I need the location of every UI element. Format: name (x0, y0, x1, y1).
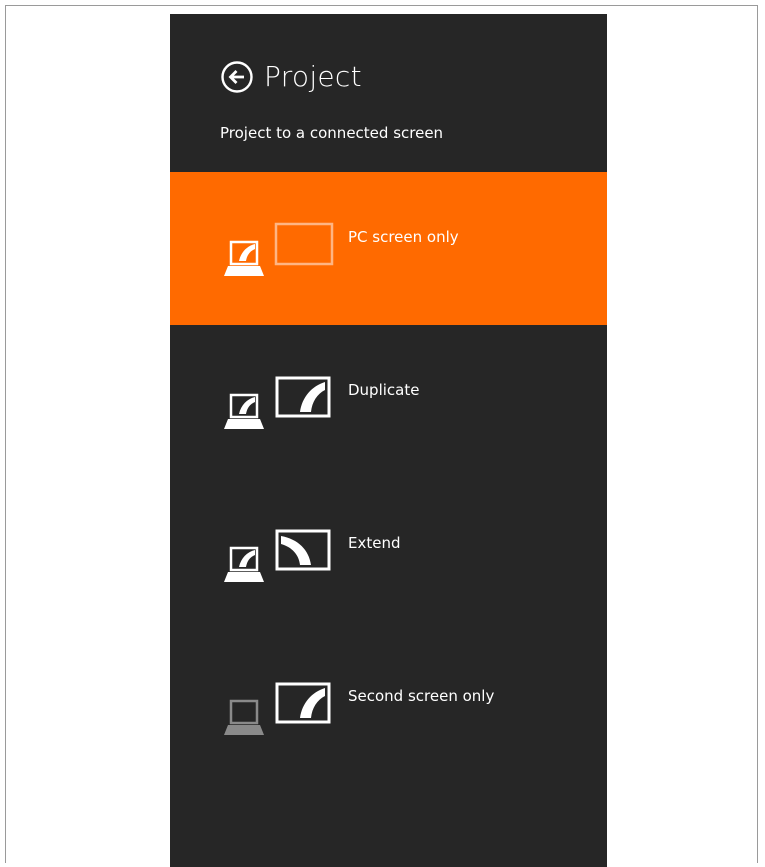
option-second-screen-only[interactable]: Second screen only (170, 631, 607, 784)
back-arrow-circle-icon[interactable] (220, 60, 254, 94)
option-pc-screen-only[interactable]: PC screen only (170, 172, 607, 325)
option-label: PC screen only (348, 228, 459, 246)
duplicate-icon (224, 376, 331, 429)
option-label: Second screen only (348, 687, 495, 705)
option-label: Duplicate (348, 381, 420, 399)
option-label: Extend (348, 534, 401, 552)
option-duplicate[interactable]: Duplicate (170, 325, 607, 478)
project-pane: Project Project to a connected screen PC… (170, 14, 607, 867)
option-extend[interactable]: Extend (170, 478, 607, 631)
extend-icon (224, 529, 331, 582)
page-subtitle: Project to a connected screen (220, 124, 444, 142)
header: Project (220, 59, 362, 95)
pc-screen-only-icon (224, 222, 334, 276)
second-screen-only-icon (224, 682, 331, 735)
page-title: Project (264, 60, 362, 93)
